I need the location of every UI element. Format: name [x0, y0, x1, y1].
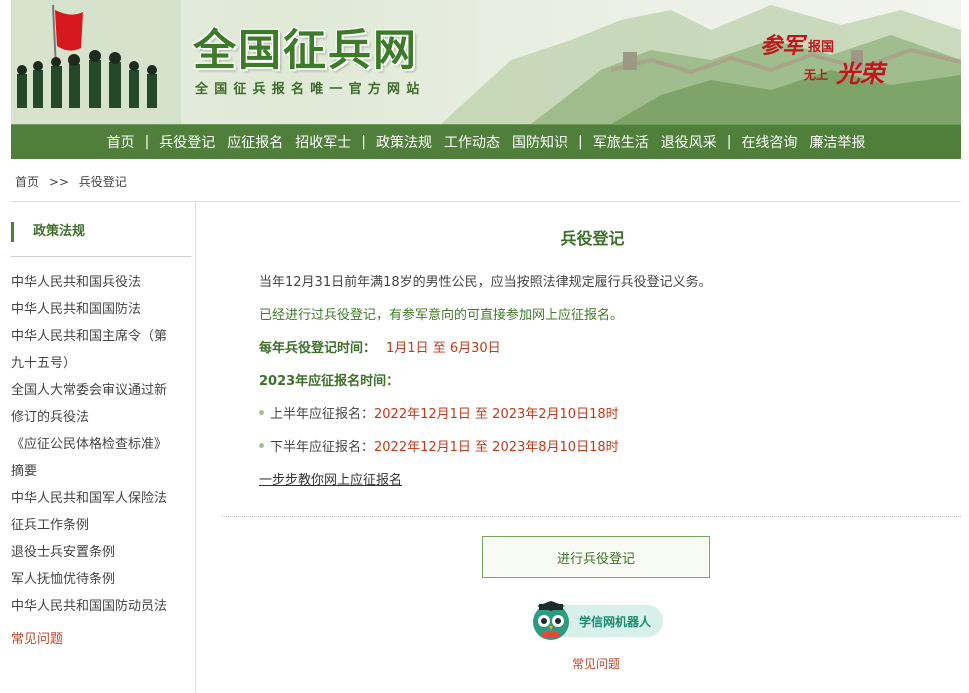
- registration-time: 每年兵役登记时间： 1月1日 至 6月30日: [259, 340, 501, 358]
- nav-enlistment[interactable]: 应征报名: [221, 132, 289, 152]
- divider: [11, 256, 191, 257]
- nav-defense-knowledge[interactable]: 国防知识: [506, 132, 574, 152]
- first-half-value: 2022年12月1日 至 2023年2月10日18时: [374, 407, 619, 422]
- slogan-part: 无上: [804, 68, 829, 82]
- sidebar-item[interactable]: 《应征公民体格检查标准》: [11, 431, 191, 458]
- nav-military-life[interactable]: 军旅生活: [587, 132, 655, 152]
- sidebar-item[interactable]: 征兵工作条例: [11, 512, 191, 539]
- chat-robot-button[interactable]: 学信网机器人: [530, 601, 663, 641]
- sidebar-item[interactable]: 修订的兵役法: [11, 404, 191, 431]
- bullet-icon: [259, 443, 264, 448]
- breadcrumb: 首页 >> 兵役登记: [15, 173, 133, 190]
- slogan-part: 光荣: [836, 59, 884, 88]
- site-subtitle: 全国征兵报名唯一官方网站: [195, 82, 426, 97]
- sidebar-heading: 政策法规: [11, 222, 85, 242]
- slogan-part: 报国: [808, 40, 835, 55]
- sidebar-item[interactable]: 中华人民共和国主席令（第: [11, 323, 191, 350]
- first-half-enlist: 上半年应征报名：2022年12月1日 至 2023年2月10日18时: [259, 406, 619, 424]
- main-nav: 首页 | 兵役登记 应征报名 招收军士 | 政策法规 工作动态 国防知识 | 军…: [11, 124, 961, 159]
- first-half-label: 上半年应征报名：: [270, 407, 375, 422]
- nav-nco-recruit[interactable]: 招收军士: [289, 132, 357, 152]
- nav-online-consult[interactable]: 在线咨询: [735, 132, 803, 152]
- second-half-value: 2022年12月1日 至 2023年8月10日18时: [374, 440, 619, 455]
- nav-policy[interactable]: 政策法规: [370, 132, 438, 152]
- second-half-enlist: 下半年应征报名：2022年12月1日 至 2023年8月10日18时: [259, 439, 619, 457]
- registration-time-value: 1月1日 至 6月30日: [386, 341, 501, 356]
- robot-label: 学信网机器人: [579, 615, 652, 629]
- registration-requirement-text: 当年12月31日前年满18岁的男性公民，应当按照法律规定履行兵役登记义务。: [259, 275, 712, 290]
- breadcrumb-current: 兵役登记: [78, 175, 127, 189]
- sidebar-item[interactable]: 中华人民共和国兵役法: [11, 269, 191, 296]
- faq-link[interactable]: 常见问题: [572, 655, 620, 672]
- sidebar-item[interactable]: 全国人大常委会审议通过新: [11, 377, 191, 404]
- second-half-label: 下半年应征报名：: [270, 440, 375, 455]
- registration-time-label: 每年兵役登记时间：: [259, 341, 377, 356]
- register-button[interactable]: 进行兵役登记: [482, 536, 710, 578]
- sidebar-faq-link[interactable]: 常见问题: [11, 628, 63, 647]
- site-banner: 全国征兵网 全国征兵报名唯一官方网站 参军 报国 无上 光荣: [11, 0, 961, 124]
- slogan: 参军 报国 无上 光荣: [746, 24, 916, 94]
- dotted-divider: [222, 516, 961, 517]
- enlist-time-heading: 2023年应征报名时间：: [259, 374, 400, 389]
- nav-report[interactable]: 廉洁举报: [803, 132, 871, 152]
- nav-home[interactable]: 首页: [101, 132, 141, 152]
- breadcrumb-separator: >>: [48, 175, 69, 189]
- honor-guard-image: [11, 0, 181, 124]
- sidebar-item[interactable]: 中华人民共和国军人保险法: [11, 485, 191, 512]
- bullet-icon: [259, 410, 264, 415]
- sidebar-item[interactable]: 退役士兵安置条例: [11, 539, 191, 566]
- site-title: 全国征兵网: [193, 26, 418, 76]
- sidebar-item[interactable]: 中华人民共和国国防动员法: [11, 593, 191, 620]
- nav-separator: |: [726, 134, 732, 150]
- nav-veterans[interactable]: 退役风采: [655, 132, 723, 152]
- nav-news[interactable]: 工作动态: [438, 132, 506, 152]
- nav-separator: |: [144, 134, 150, 150]
- slogan-part: 参军: [760, 33, 805, 59]
- breadcrumb-home[interactable]: 首页: [15, 175, 39, 189]
- enlist-guide-link[interactable]: 一步步教你网上应征报名: [259, 472, 402, 490]
- sidebar: 政策法规 中华人民共和国兵役法 中华人民共和国国防法 中华人民共和国主席令（第 …: [11, 202, 196, 693]
- owl-robot-icon: [533, 601, 569, 640]
- nav-separator: |: [578, 134, 583, 150]
- sidebar-item[interactable]: 九十五号）: [11, 350, 191, 377]
- sidebar-item[interactable]: 中华人民共和国国防法: [11, 296, 191, 323]
- nav-separator: |: [361, 134, 366, 150]
- nav-military-registration[interactable]: 兵役登记: [153, 132, 221, 152]
- sidebar-item[interactable]: 摘要: [11, 458, 191, 485]
- registered-info-text: 已经进行过兵役登记，有参军意向的可直接参加网上应征报名。: [259, 308, 624, 323]
- sidebar-item[interactable]: 军人抚恤优待条例: [11, 566, 191, 593]
- sidebar-list: 中华人民共和国兵役法 中华人民共和国国防法 中华人民共和国主席令（第 九十五号）…: [11, 269, 191, 620]
- page-title: 兵役登记: [560, 229, 625, 248]
